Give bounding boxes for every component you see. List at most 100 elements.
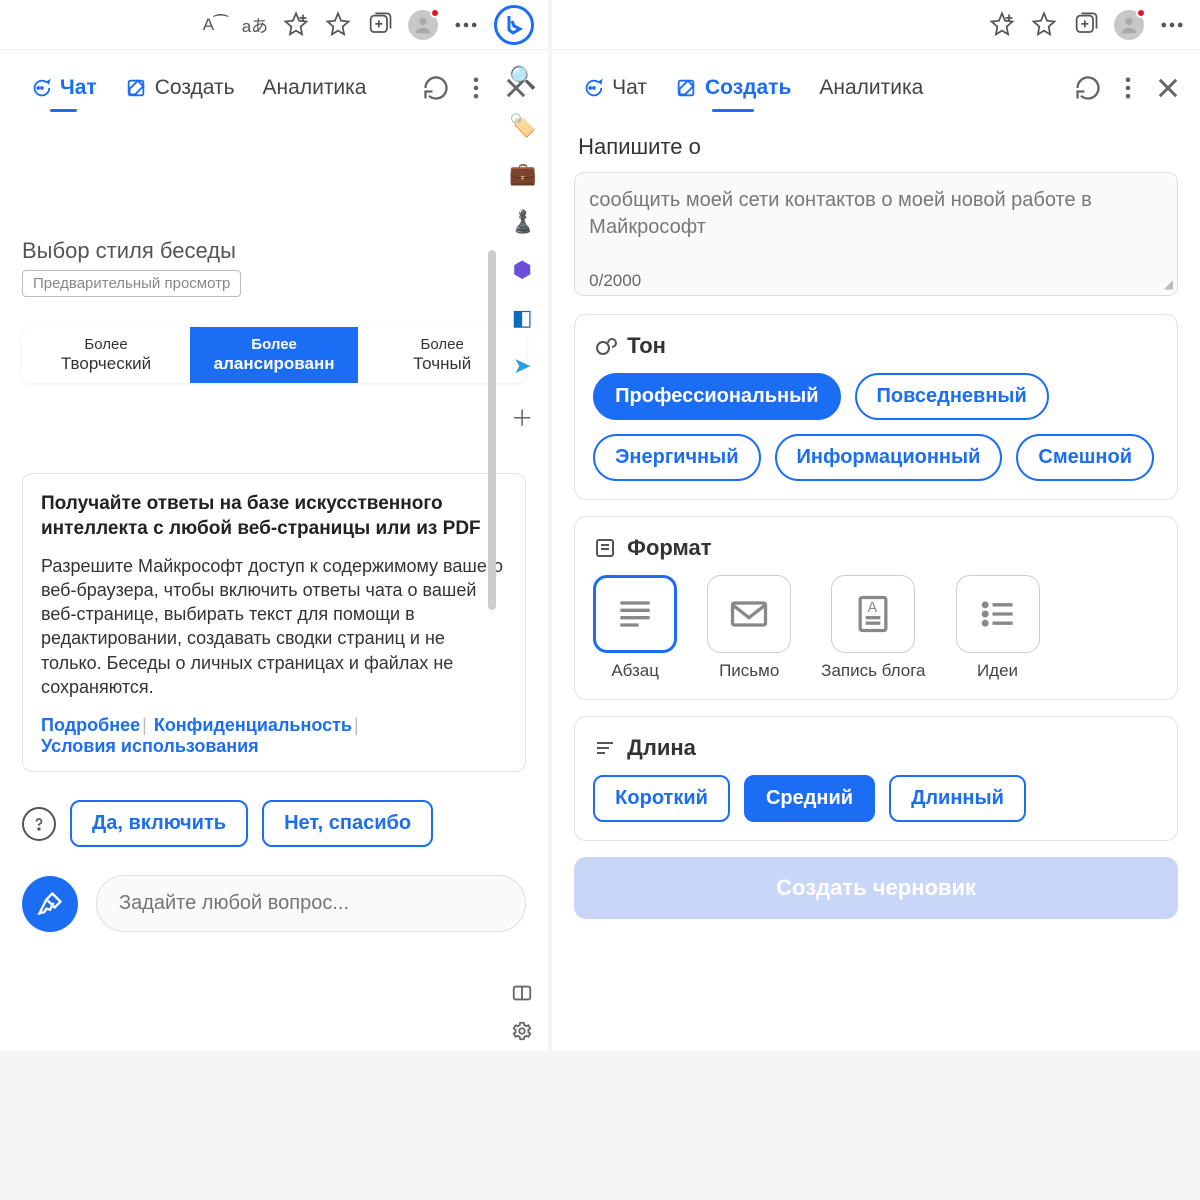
length-short[interactable]: Короткий [593,775,730,822]
format-paragraph[interactable]: Абзац [593,575,677,681]
left-body: Выбор стиля беседы Предварительный просм… [0,118,548,1038]
length-medium[interactable]: Средний [744,775,875,822]
tab-compose[interactable]: Создать [663,70,803,106]
tone-funny[interactable]: Смешной [1016,434,1154,481]
favorites-icon[interactable] [1030,11,1058,39]
consent-row: Да, включить Нет, спасибо [22,800,526,847]
style-creative[interactable]: Более Творческий [22,327,190,383]
more-icon[interactable] [452,11,480,39]
length-card: Длина Короткий Средний Длинный [574,716,1178,841]
ideas-icon [956,575,1040,653]
ask-row [22,875,526,932]
tone-informational[interactable]: Информационный [775,434,1003,481]
more-vertical-icon[interactable] [462,74,490,102]
favorites-icon[interactable] [324,11,352,39]
more-vertical-icon[interactable] [1114,74,1142,102]
format-ideas[interactable]: Идеи [956,575,1040,681]
settings-gear-icon[interactable] [511,1020,533,1042]
profile-avatar[interactable] [408,10,438,40]
m365-icon[interactable]: ⬢ [509,257,535,283]
tone-casual[interactable]: Повседневный [855,373,1049,420]
refresh-icon[interactable] [1074,74,1102,102]
tab-chat-label: Чат [60,76,97,100]
write-about-label: Напишите о [578,134,1178,160]
tab-chat[interactable]: Чат [570,70,659,106]
collections-icon[interactable] [1072,11,1100,39]
info-title: Получайте ответы на базе искусственного … [41,492,507,541]
format-blog[interactable]: A Запись блога [821,575,925,681]
format-card: Формат Абзац Письмо A [574,516,1178,700]
tone-enthusiastic[interactable]: Энергичный [593,434,760,481]
refresh-icon[interactable] [422,74,450,102]
profile-avatar[interactable] [1114,10,1144,40]
new-topic-button[interactable] [22,876,78,932]
tone-icon [593,334,617,358]
tone-professional[interactable]: Профессиональный [593,373,840,420]
info-links: Подробнее| Конфиденциальность| Условия и… [41,715,507,757]
add-favorite-icon[interactable] [282,11,310,39]
games-icon[interactable]: ♟️ [509,209,535,235]
consent-no-button[interactable]: Нет, спасибо [262,800,433,847]
style-label: Выбор стиля беседы [22,238,526,264]
link-more[interactable]: Подробнее [41,715,140,735]
left-tab-row: Чат Создать Аналитика [0,50,548,118]
notification-dot-icon [1136,8,1146,18]
tone-label: Тон [627,333,666,359]
sidebar-rail: 🔍 🏷️ 💼 ♟️ ⬢ ◧ ➤ ＋ [500,55,544,990]
send-icon[interactable]: ➤ [509,353,535,379]
add-site-icon[interactable]: ＋ [509,401,535,433]
outlook-icon[interactable]: ◧ [509,305,535,331]
read-aloud-icon[interactable]: A⁀ [203,15,228,35]
scrollbar[interactable] [488,250,496,610]
length-options: Короткий Средний Длинный [593,775,1159,822]
add-favorite-icon[interactable] [988,11,1016,39]
browser-toolbar-right [552,0,1200,50]
left-panel: A⁀ aあ Чат Создать Ан [0,0,548,1050]
length-icon [593,736,617,760]
preview-badge: Предварительный просмотр [22,270,241,297]
style-balanced[interactable]: Более алансированн [190,327,358,383]
length-long[interactable]: Длинный [889,775,1026,822]
close-icon[interactable] [1154,74,1182,102]
tone-options: Профессиональный Повседневный Энергичный… [593,373,1159,481]
link-terms[interactable]: Условия использования [41,736,259,756]
tab-compose-label: Создать [155,76,235,100]
format-email[interactable]: Письмо [707,575,791,681]
paragraph-icon [593,575,677,653]
link-privacy[interactable]: Конфиденциальность [154,715,352,735]
right-body: Напишите о сообщить моей сети контактов … [552,118,1200,941]
split-screen-icon[interactable] [511,982,533,1004]
bing-sidebar-icon[interactable] [494,5,534,45]
write-about-box: сообщить моей сети контактов о моей ново… [574,172,1178,296]
notification-dot-icon [430,8,440,18]
resize-grip-icon[interactable]: ◢ [1164,277,1173,291]
length-label: Длина [627,735,696,761]
right-panel: Чат Создать Аналитика Напишите о сообщит… [552,0,1200,1050]
page-context-card: Получайте ответы на базе искусственного … [22,473,526,772]
write-about-input[interactable]: сообщить моей сети контактов о моей ново… [589,187,1163,251]
search-icon[interactable]: 🔍 [509,65,535,91]
style-pill-group: Более Творческий Более алансированн Боле… [22,327,526,383]
tab-insights[interactable]: Аналитика [251,70,379,106]
consent-yes-button[interactable]: Да, включить [70,800,248,847]
translate-icon[interactable]: aあ [242,12,268,37]
shopping-tag-icon[interactable]: 🏷️ [509,113,535,139]
collections-icon[interactable] [366,11,394,39]
tab-compose[interactable]: Создать [113,70,247,106]
help-icon[interactable] [22,807,56,841]
tab-insights-label: Аналитика [819,76,923,100]
tools-icon[interactable]: 💼 [509,161,535,187]
tab-chat[interactable]: Чат [18,70,109,106]
tab-insights[interactable]: Аналитика [807,70,935,106]
format-icon [593,536,617,560]
ask-anything-input[interactable] [96,875,526,932]
char-counter: 0/2000 [589,271,1163,291]
sidebar-rail-bottom [500,982,544,1042]
format-options: Абзац Письмо A Запись блога [593,575,1159,681]
generate-draft-button[interactable]: Создать черновик [574,857,1178,919]
browser-toolbar-left: A⁀ aあ [0,0,548,50]
info-body: Разрешите Майкрософт доступ к содержимом… [41,554,507,700]
more-icon[interactable] [1158,11,1186,39]
format-label: Формат [627,535,711,561]
tab-compose-label: Создать [705,76,791,100]
